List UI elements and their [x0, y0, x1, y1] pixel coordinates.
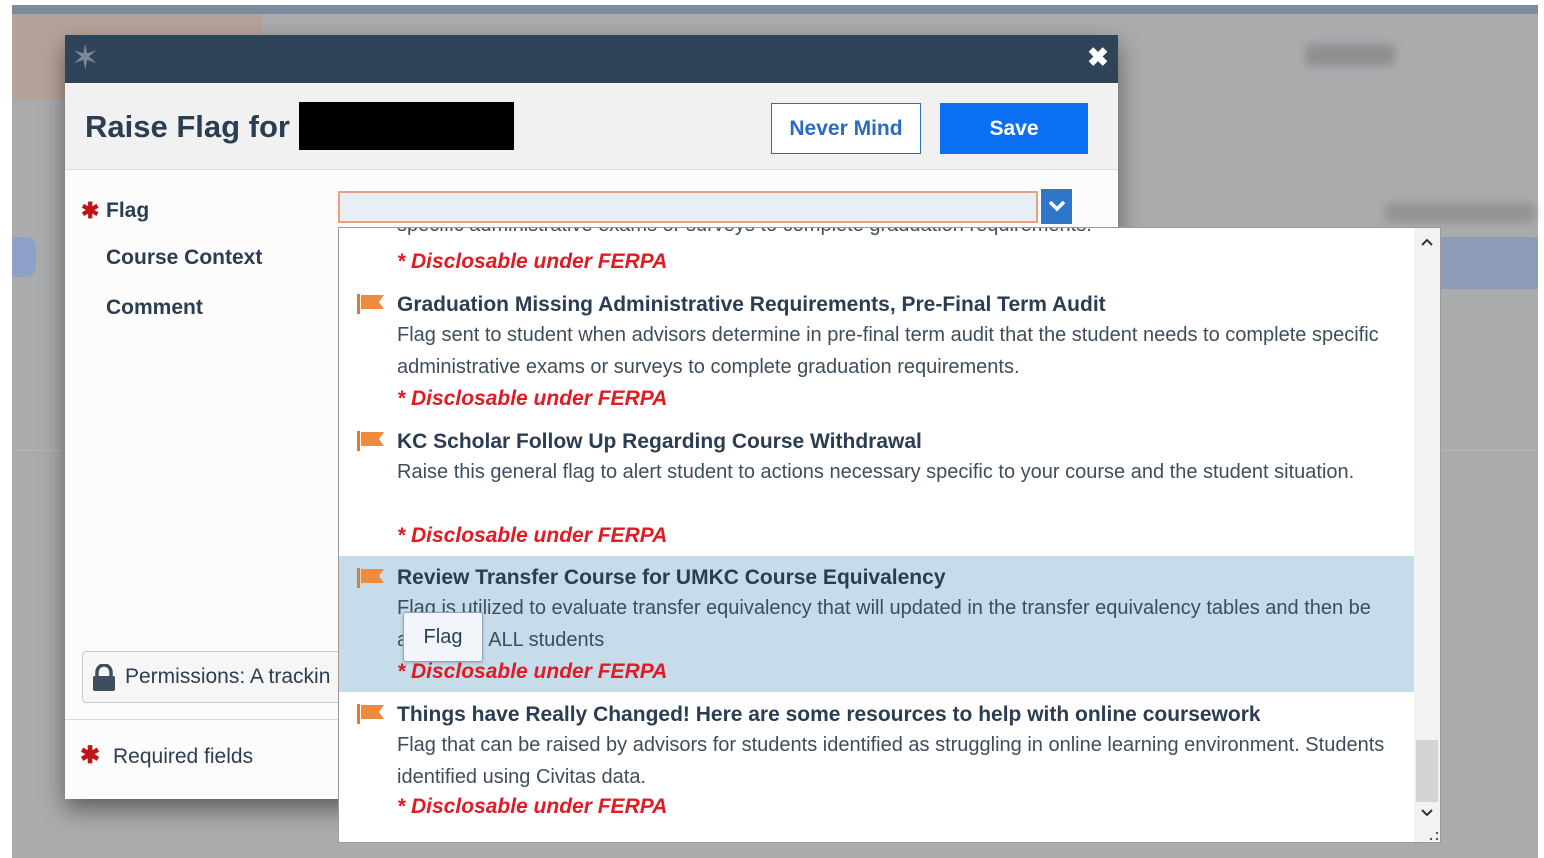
background-blurred-text — [1305, 44, 1395, 66]
required-star-icon: ✱ — [80, 742, 101, 769]
resize-grip-icon[interactable] — [1429, 831, 1439, 841]
close-icon[interactable]: ✖ — [1086, 44, 1110, 70]
flag-icon — [357, 568, 384, 588]
option-title: KC Scholar Follow Up Regarding Course Wi… — [397, 430, 922, 453]
scrollbar-thumb[interactable] — [1416, 740, 1438, 802]
chevron-down-icon[interactable] — [1041, 189, 1072, 224]
option-description: Flag sent to student when advisors deter… — [397, 324, 1379, 378]
permissions-text: Permissions: A trackin — [125, 665, 331, 688]
scroll-up-icon[interactable] — [1416, 232, 1438, 254]
flag-tooltip: Flag — [403, 612, 483, 662]
flag-icon — [357, 704, 384, 724]
permissions-box[interactable]: Permissions: A trackin — [82, 651, 382, 703]
option-description-partial: specific administrative exams or surveys… — [397, 228, 1092, 237]
starfish-logo-icon: ✶ — [71, 39, 100, 77]
never-mind-button[interactable]: Never Mind — [771, 103, 921, 154]
background-top-bar — [12, 5, 1538, 14]
ferpa-note: * Disclosable under FERPA — [397, 387, 668, 410]
option-description: Flag that can be raised by advisors for … — [397, 734, 1385, 788]
flag-label: Flag — [106, 199, 150, 222]
dialog-title-bar: ✶ ✖ — [65, 35, 1118, 83]
required-star-icon: ✱ — [81, 198, 100, 223]
redacted-student-name — [299, 102, 514, 150]
background-left-tab — [12, 237, 36, 277]
flag-option-highlighted[interactable]: Review Transfer Course for UMKC Course E… — [339, 556, 1414, 692]
flag-dropdown-list[interactable]: specific administrative exams or surveys… — [338, 227, 1441, 843]
ferpa-note: * Disclosable under FERPA — [397, 795, 668, 818]
flag-select[interactable] — [338, 191, 1038, 223]
course-context-label: Course Context — [106, 246, 263, 269]
option-title: Graduation Missing Administrative Requir… — [397, 293, 1106, 316]
save-button[interactable]: Save — [940, 103, 1088, 154]
option-title: Things have Really Changed! Here are som… — [397, 703, 1261, 726]
ferpa-note: * Disclosable under FERPA — [397, 524, 668, 547]
background-blurred-text — [1385, 203, 1535, 223]
dropdown-options: specific administrative exams or surveys… — [339, 228, 1414, 842]
option-description: Flag is utilized to evaluate transfer eq… — [397, 597, 1371, 651]
scroll-down-icon[interactable] — [1416, 803, 1438, 825]
dialog-header: Raise Flag for Never Mind Save — [65, 83, 1118, 170]
flag-option[interactable]: Things have Really Changed! Here are som… — [339, 694, 1414, 834]
lock-icon — [93, 664, 115, 691]
comment-label: Comment — [106, 296, 203, 319]
required-fields-note: Required fields — [113, 745, 254, 768]
option-description: Raise this general flag to alert student… — [397, 461, 1355, 483]
ferpa-note: * Disclosable under FERPA — [397, 250, 668, 273]
flag-icon — [357, 294, 384, 314]
flag-option[interactable]: Graduation Missing Administrative Requir… — [339, 284, 1414, 415]
flag-option[interactable]: KC Scholar Follow Up Regarding Course Wi… — [339, 421, 1414, 552]
option-title: Review Transfer Course for UMKC Course E… — [397, 566, 946, 589]
dialog-title: Raise Flag for — [85, 109, 290, 144]
flag-icon — [357, 431, 384, 451]
ferpa-note: * Disclosable under FERPA — [397, 660, 668, 683]
